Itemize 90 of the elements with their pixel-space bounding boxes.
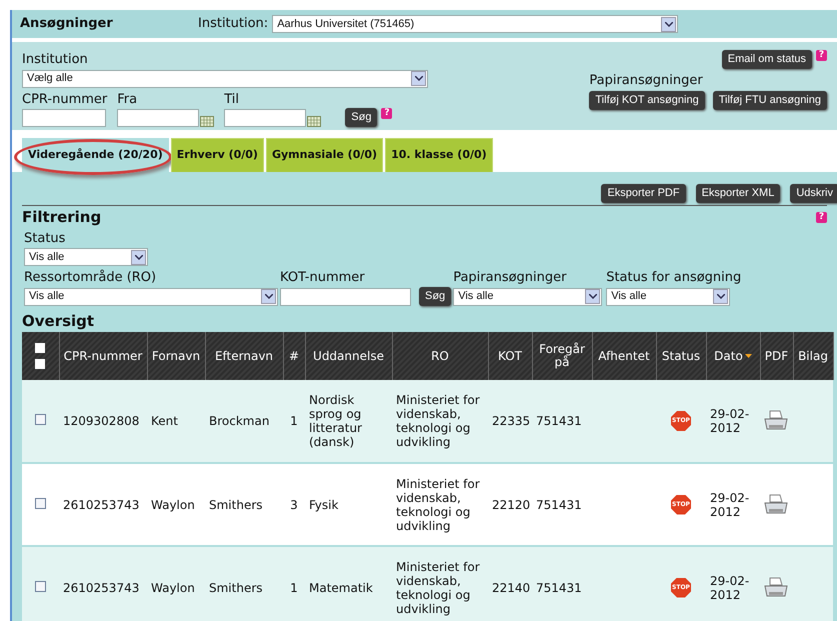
column-header[interactable]: Efternavn [214, 350, 274, 362]
calendar-icon[interactable] [307, 116, 322, 127]
filter-title: Filtrering [22, 207, 102, 228]
table-cell: 1209302808 [63, 414, 140, 428]
search-button[interactable]: Søg [345, 108, 378, 127]
column-header[interactable]: Fornavn [152, 350, 200, 362]
kot-field[interactable] [280, 288, 411, 306]
column-header[interactable]: KOT [498, 350, 522, 362]
paper-dropdown[interactable]: Vis alle [453, 288, 602, 306]
table-cell: Nordisk sprog og litteratur (dansk) [309, 393, 362, 449]
column-header[interactable]: Bilag [798, 350, 828, 362]
checkbox[interactable] [35, 580, 46, 592]
column-header[interactable]: RO [431, 350, 449, 362]
column-header[interactable]: Status [662, 350, 700, 362]
calendar-icon[interactable] [200, 116, 214, 127]
tab[interactable]: Gymnasiale (0/0) [266, 138, 384, 172]
table-cell: Fysik [309, 498, 338, 512]
ro-label: Ressortområde (RO) [24, 268, 158, 287]
printer-icon[interactable] [764, 410, 788, 432]
table-cell: Ministeriet for videnskab, teknologi og udvikling [396, 393, 480, 449]
table-cell: 751431 [536, 414, 582, 428]
add-ftu-button[interactable]: Tilføj FTU ansøgning [712, 90, 827, 110]
column-header[interactable]: Afhentet [598, 350, 650, 362]
table-cell: 29-02-2012 [710, 574, 750, 602]
table-cell: 3 [290, 498, 298, 512]
printer-icon[interactable] [764, 576, 788, 598]
application-status-dropdown[interactable]: Vis alle [606, 288, 730, 306]
from-label: Fra [117, 90, 138, 108]
table-cell: Kent [151, 414, 178, 428]
select-all-checkbox[interactable] [35, 343, 46, 353]
email-status-button[interactable]: Email om status [722, 50, 812, 69]
kot-label: KOT-nummer [280, 269, 366, 287]
table-cell: Matematik [309, 580, 373, 594]
table-cell: 2610253743 [63, 498, 140, 512]
table-cell: Waylon [151, 498, 195, 512]
sort-caret-icon [744, 354, 752, 358]
table-cell: 29-02-2012 [710, 490, 750, 518]
to-date-field[interactable] [224, 109, 306, 127]
table-cell: Brockman [209, 414, 270, 428]
add-kot-button[interactable]: Tilføj KOT ansøgning [589, 90, 705, 110]
institution-label: Institution [22, 51, 89, 69]
export-button[interactable]: Eksporter PDF [601, 184, 686, 203]
column-header[interactable]: PDF [764, 350, 788, 362]
from-date-field[interactable] [117, 109, 200, 127]
table-cell: Ministeriet for videnskab, teknologi og udvikling [396, 560, 480, 616]
tab[interactable]: 10. klasse (0/0) [385, 138, 493, 172]
column-header[interactable]: # [288, 350, 300, 362]
table-cell: 2610253743 [63, 580, 140, 594]
table-cell: 751431 [536, 498, 582, 512]
column-header[interactable]: CPR-nummer [64, 350, 142, 362]
checkbox[interactable] [35, 498, 46, 508]
table-cell: 1 [290, 580, 298, 594]
column-header[interactable]: Uddannelse [313, 350, 384, 362]
table-cell: Smithers [209, 580, 263, 594]
help-icon[interactable]: ? [381, 108, 392, 119]
table-cell: 22335 [492, 414, 530, 428]
application-status-label: Status for ansøgning [606, 269, 742, 287]
export-button[interactable]: Eksporter XML [696, 184, 780, 203]
institution-dropdown[interactable]: Aarhus Universitet (751465) [272, 15, 678, 33]
tab[interactable]: Videregående (20/20) [22, 138, 169, 172]
table-cell: 22120 [492, 498, 530, 512]
institution-dropdown[interactable]: Vælg alle [22, 70, 428, 88]
table-cell: 1 [290, 414, 298, 428]
ro-dropdown[interactable]: Vis alle [24, 288, 278, 306]
table-cell: Waylon [151, 580, 195, 594]
table-cell: Ministeriet for videnskab, teknologi og udvikling [396, 476, 480, 532]
paper-applications-label: Papiransøgninger [453, 269, 568, 287]
column-header[interactable]: Foregår på [532, 343, 592, 369]
column-header[interactable]: Dato [714, 350, 752, 362]
status-dropdown[interactable]: Vis alle [24, 248, 148, 266]
checkbox[interactable] [35, 414, 46, 425]
tab[interactable]: Erhverv (0/0) [170, 138, 264, 172]
export-button[interactable]: Udskriv [790, 184, 837, 203]
table-cell: Smithers [209, 498, 263, 512]
status-label: Status [24, 230, 66, 248]
select-all-checkbox[interactable] [35, 359, 46, 369]
section-title: Oversigt [22, 310, 94, 332]
printer-icon[interactable] [764, 494, 788, 516]
institution-label: Institution: [198, 15, 268, 34]
help-icon[interactable]: ? [816, 212, 827, 223]
table-cell: 22140 [492, 580, 530, 594]
page-title: Ansøgninger [20, 15, 114, 34]
cpr-field[interactable] [22, 109, 106, 127]
search-button[interactable]: Søg [419, 286, 452, 306]
help-icon[interactable]: ? [816, 50, 827, 61]
table-cell: 751431 [536, 580, 582, 594]
to-label: Til [224, 90, 240, 108]
paper-applications-label: Papiransøgninger [589, 72, 704, 90]
cpr-label: CPR-nummer [22, 90, 108, 108]
table-cell: 29-02-2012 [710, 407, 750, 435]
